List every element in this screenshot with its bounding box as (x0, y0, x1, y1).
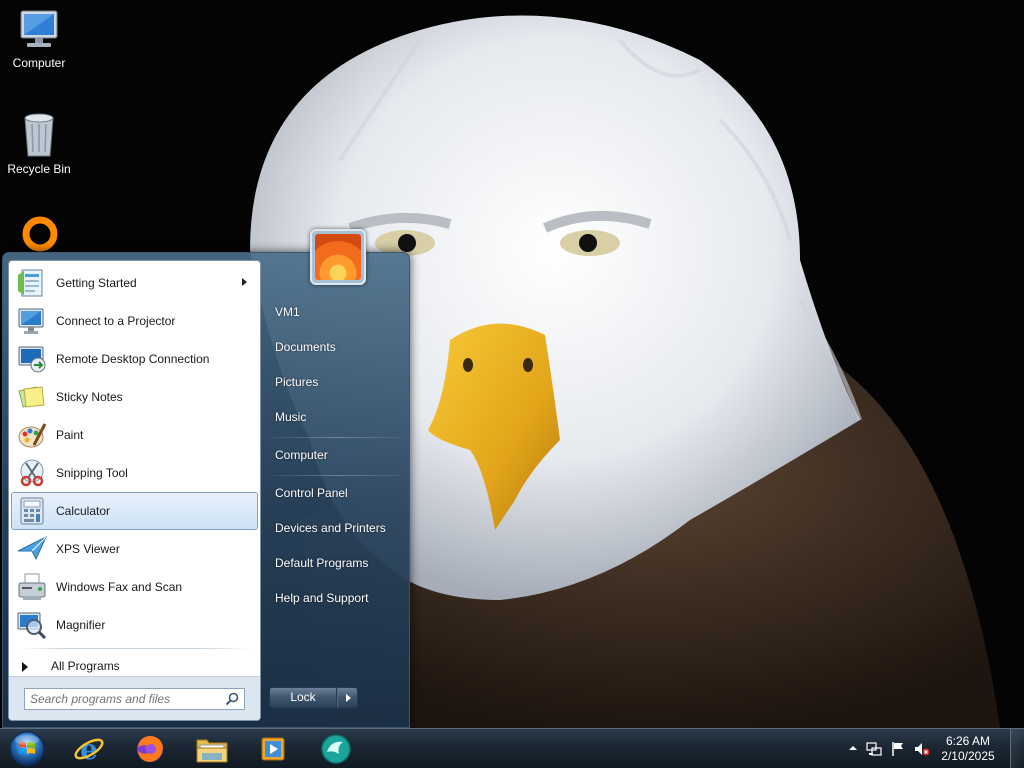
submenu-arrow-icon[interactable] (242, 278, 247, 286)
calculator-icon (20, 497, 44, 525)
divider (19, 648, 250, 649)
network-icon[interactable] (866, 741, 882, 757)
show-desktop-button[interactable] (1010, 729, 1024, 768)
program-label: Sticky Notes (56, 390, 123, 404)
program-magnifier[interactable]: Magnifier (11, 606, 258, 644)
getting-started-icon (18, 269, 43, 297)
clock-date: 2/10/2025 (941, 749, 995, 763)
action-center-flag-icon[interactable] (890, 741, 906, 757)
program-label: Connect to a Projector (56, 314, 176, 328)
right-link-devices-and-printers[interactable]: Devices and Printers (275, 521, 386, 535)
start-orb-icon[interactable] (7, 730, 47, 768)
lock-button[interactable]: Lock (269, 687, 337, 708)
program-paint[interactable]: Paint (11, 416, 258, 454)
xps-viewer-icon (17, 535, 48, 561)
program-label: Snipping Tool (56, 466, 128, 480)
taskbar-app-button[interactable] (313, 731, 359, 767)
pinned-programs-list: Getting Started Connect to a Projector R… (9, 261, 260, 644)
taskbar: e 6:26 AM 2/10/2025 (0, 728, 1024, 768)
taskbar-internet-explorer-button[interactable]: e (66, 731, 112, 767)
volume-muted-icon[interactable] (914, 741, 930, 757)
paint-icon (18, 423, 47, 448)
right-link-control-panel[interactable]: Control Panel (275, 486, 348, 500)
start-menu: Getting Started Connect to a Projector R… (2, 229, 410, 728)
file-explorer-icon (196, 739, 228, 763)
clock-time: 6:26 AM (945, 734, 991, 748)
program-xps-viewer[interactable]: XPS Viewer (11, 530, 258, 568)
recycle-bin-icon (24, 113, 54, 157)
program-snipping-tool[interactable]: Snipping Tool (11, 454, 258, 492)
program-windows-fax-and-scan[interactable]: Windows Fax and Scan (11, 568, 258, 606)
projector-icon (18, 308, 44, 334)
media-player-icon (261, 737, 285, 761)
shutdown-options-arrow-button[interactable] (337, 687, 358, 708)
desktop-icon-vlc[interactable] (0, 212, 78, 256)
right-link-pictures[interactable]: Pictures (275, 375, 318, 389)
program-label: Remote Desktop Connection (56, 352, 210, 366)
divider (271, 475, 403, 476)
magnifier-icon (17, 612, 47, 640)
remote-desktop-icon (18, 346, 46, 373)
start-menu-programs-pane: Getting Started Connect to a Projector R… (8, 260, 261, 721)
program-label: Paint (56, 428, 84, 442)
program-calculator[interactable]: Calculator (11, 492, 258, 530)
computer-icon (20, 10, 58, 47)
app-icon (321, 734, 351, 764)
program-getting-started[interactable]: Getting Started (11, 264, 258, 302)
user-account-picture[interactable] (310, 229, 366, 285)
vlc-icon (22, 216, 58, 252)
program-remote-desktop-connection[interactable]: Remote Desktop Connection (11, 340, 258, 378)
internet-explorer-icon: e (74, 733, 104, 765)
divider (271, 437, 403, 438)
right-link-default-programs[interactable]: Default Programs (275, 556, 368, 570)
all-programs-label: All Programs (51, 659, 120, 673)
desktop-icon-label: Computer (12, 56, 66, 70)
svg-text:e: e (80, 733, 98, 765)
program-label: Getting Started (56, 276, 137, 290)
snipping-tool-icon (20, 459, 44, 487)
program-label: Windows Fax and Scan (56, 580, 183, 594)
taskbar-media-player-button[interactable] (250, 731, 296, 767)
taskbar-file-explorer-button[interactable] (189, 731, 235, 767)
system-tray: 6:26 AM 2/10/2025 (834, 729, 1024, 768)
right-link-help-and-support[interactable]: Help and Support (275, 591, 368, 605)
flower-picture-icon (315, 234, 361, 280)
show-hidden-icons-icon[interactable] (848, 743, 858, 753)
desktop-icon-label: Recycle Bin (7, 162, 71, 176)
program-sticky-notes[interactable]: Sticky Notes (11, 378, 258, 416)
search-area (9, 676, 260, 720)
all-programs-arrow-icon (22, 662, 28, 672)
right-link-documents[interactable]: Documents (275, 340, 336, 354)
desktop-icon-computer[interactable]: Computer (0, 8, 78, 70)
right-link-computer[interactable]: Computer (275, 448, 328, 462)
program-connect-to-projector[interactable]: Connect to a Projector (11, 302, 258, 340)
program-label: Calculator (56, 504, 111, 518)
search-icon[interactable] (224, 691, 240, 707)
desktop-icon-recycle-bin[interactable]: Recycle Bin (0, 110, 78, 176)
program-label: XPS Viewer (56, 542, 120, 556)
search-input[interactable] (25, 689, 215, 709)
taskbar-firefox-button[interactable] (127, 731, 173, 767)
firefox-icon (137, 736, 163, 762)
fax-scan-icon (18, 573, 46, 600)
program-label: Magnifier (56, 618, 106, 632)
system-clock[interactable]: 6:26 AM 2/10/2025 (936, 734, 1000, 764)
right-link-vm1[interactable]: VM1 (275, 305, 300, 319)
search-box[interactable] (24, 688, 245, 710)
sticky-notes-icon (18, 386, 45, 408)
right-link-music[interactable]: Music (275, 410, 306, 424)
